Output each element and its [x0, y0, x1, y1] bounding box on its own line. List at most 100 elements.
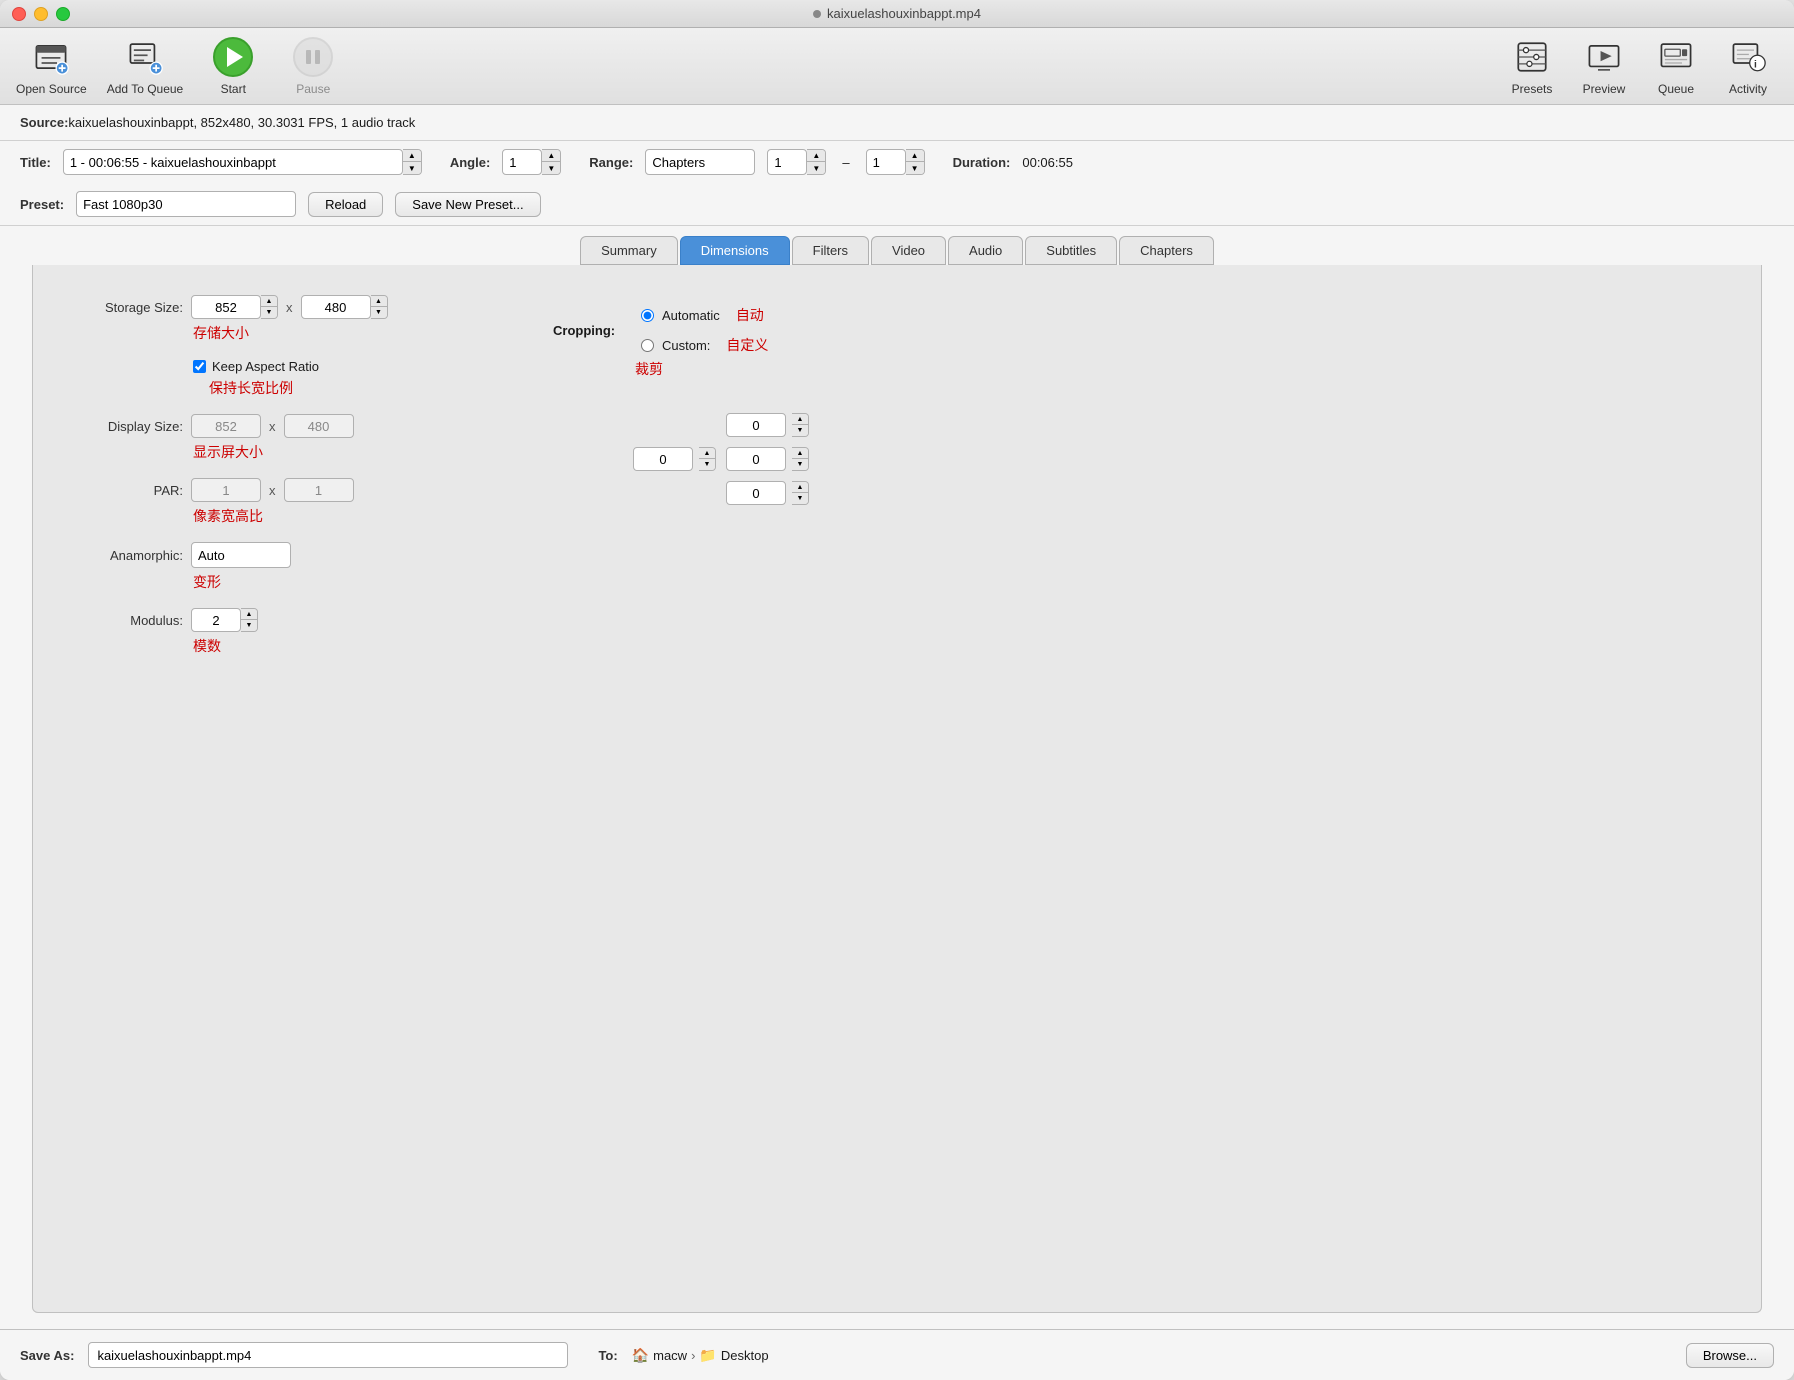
display-size-label: Display Size: [73, 419, 183, 434]
duration-value: 00:06:55 [1022, 155, 1073, 170]
save-as-label: Save As: [20, 1348, 74, 1363]
pause-label: Pause [296, 82, 330, 96]
crop-left-up[interactable]: ▲ [699, 448, 715, 459]
angle-spinner-down[interactable]: ▼ [542, 162, 560, 174]
anamorphic-row: Anamorphic: Auto [73, 542, 493, 568]
open-source-button[interactable]: Open Source [16, 36, 87, 96]
cropping-annotation: 裁剪 [635, 359, 809, 379]
save-as-input[interactable] [88, 1342, 568, 1368]
crop-bottom-down[interactable]: ▼ [792, 493, 808, 504]
activity-button[interactable]: i Activity [1718, 36, 1778, 96]
storage-height-down[interactable]: ▼ [371, 307, 387, 318]
save-path: 🏠 macw › 📁 Desktop [632, 1347, 769, 1364]
preview-icon [1583, 36, 1625, 78]
open-source-icon [30, 36, 72, 78]
cropping-header-row: Cropping: Automatic 自动 Custom: [553, 305, 809, 355]
crop-left-down[interactable]: ▼ [699, 459, 715, 470]
crop-left-row: ▲ ▼ [633, 447, 716, 471]
tab-dimensions[interactable]: Dimensions [680, 236, 790, 265]
crop-top-up[interactable]: ▲ [792, 414, 808, 425]
range-start-down[interactable]: ▼ [807, 162, 825, 174]
keep-aspect-row: Keep Aspect Ratio [193, 359, 493, 374]
add-to-queue-button[interactable]: Add To Queue [107, 36, 184, 96]
storage-height-up[interactable]: ▲ [371, 296, 387, 307]
preview-button[interactable]: Preview [1574, 36, 1634, 96]
title-spinner-up[interactable]: ▲ [403, 150, 421, 162]
crop-top-input[interactable] [726, 413, 786, 437]
crop-right-up[interactable]: ▲ [792, 448, 808, 459]
browse-button[interactable]: Browse... [1686, 1343, 1774, 1368]
tab-chapters[interactable]: Chapters [1119, 236, 1214, 265]
tab-audio[interactable]: Audio [948, 236, 1023, 265]
range-end-up[interactable]: ▲ [906, 150, 924, 162]
range-label: Range: [589, 155, 633, 170]
storage-height-wrapper: ▲ ▼ [301, 295, 388, 319]
keep-aspect-annotation: 保持长宽比例 [209, 378, 493, 398]
maximize-button[interactable] [56, 7, 70, 21]
tab-summary[interactable]: Summary [580, 236, 678, 265]
preset-select[interactable]: Fast 1080p30 [76, 191, 296, 217]
par-row: PAR: x [73, 478, 493, 502]
close-button[interactable] [12, 7, 26, 21]
save-new-preset-button[interactable]: Save New Preset... [395, 192, 540, 217]
title-input-wrapper: ▲ ▼ [63, 149, 422, 175]
title-field-label: Title: [20, 155, 51, 170]
save-row: Save As: To: 🏠 macw › 📁 Desktop Browse..… [0, 1329, 1794, 1380]
pause-icon [292, 36, 334, 78]
tab-subtitles[interactable]: Subtitles [1025, 236, 1117, 265]
titlebar: kaixuelashouxinbappt.mp4 [0, 0, 1794, 28]
title-input[interactable] [63, 149, 403, 175]
svg-text:i: i [1754, 59, 1757, 70]
presets-button[interactable]: Presets [1502, 36, 1562, 96]
queue-button[interactable]: Queue [1646, 36, 1706, 96]
tab-video[interactable]: Video [871, 236, 946, 265]
range-start-input[interactable] [767, 149, 807, 175]
angle-spinner-up[interactable]: ▲ [542, 150, 560, 162]
modulus-up[interactable]: ▲ [241, 609, 257, 620]
crop-left-input[interactable] [633, 447, 693, 471]
crop-right-down[interactable]: ▼ [792, 459, 808, 470]
anamorphic-select[interactable]: Auto [191, 542, 291, 568]
automatic-annotation: 自动 [736, 305, 764, 325]
minimize-button[interactable] [34, 7, 48, 21]
crop-bottom-up[interactable]: ▲ [792, 482, 808, 493]
tab-filters[interactable]: Filters [792, 236, 869, 265]
add-to-queue-icon [124, 36, 166, 78]
reload-button[interactable]: Reload [308, 192, 383, 217]
crop-right-input[interactable] [726, 447, 786, 471]
toolbar: Open Source Add To Queue [0, 28, 1794, 105]
par-x-sep: x [269, 483, 276, 498]
modulus-down[interactable]: ▼ [241, 620, 257, 631]
automatic-radio[interactable] [641, 309, 654, 322]
start-label: Start [221, 82, 246, 96]
preset-row: Preset: Fast 1080p30 Reload Save New Pre… [0, 183, 1794, 226]
queue-icon [1655, 36, 1697, 78]
storage-x-sep: x [286, 300, 293, 315]
storage-size-row: Storage Size: ▲ ▼ x [73, 295, 493, 319]
open-source-label: Open Source [16, 82, 87, 96]
keep-aspect-checkbox[interactable] [193, 360, 206, 373]
storage-width-wrapper: ▲ ▼ [191, 295, 278, 319]
modulus-input[interactable] [191, 608, 241, 632]
range-start-up[interactable]: ▲ [807, 150, 825, 162]
angle-input[interactable] [502, 149, 542, 175]
crop-top-down[interactable]: ▼ [792, 425, 808, 436]
start-button[interactable]: Start [203, 36, 263, 96]
storage-width-down[interactable]: ▼ [261, 307, 277, 318]
storage-height-input[interactable] [301, 295, 371, 319]
custom-annotation: 自定义 [726, 335, 768, 355]
custom-radio[interactable] [641, 339, 654, 352]
pause-button[interactable]: Pause [283, 36, 343, 96]
range-end-input[interactable] [866, 149, 906, 175]
tabs-container: Summary Dimensions Filters Video Audio S… [0, 226, 1794, 265]
presets-label: Presets [1512, 82, 1553, 96]
storage-width-input[interactable] [191, 295, 261, 319]
title-row: Title: ▲ ▼ Angle: ▲ ▼ Range: Chapters [0, 141, 1794, 183]
title-spinner-down[interactable]: ▼ [403, 162, 421, 174]
range-end-down[interactable]: ▼ [906, 162, 924, 174]
range-select[interactable]: Chapters [645, 149, 755, 175]
storage-width-up[interactable]: ▲ [261, 296, 277, 307]
presets-icon [1511, 36, 1553, 78]
crop-bottom-input[interactable] [726, 481, 786, 505]
unsaved-indicator [813, 10, 821, 18]
